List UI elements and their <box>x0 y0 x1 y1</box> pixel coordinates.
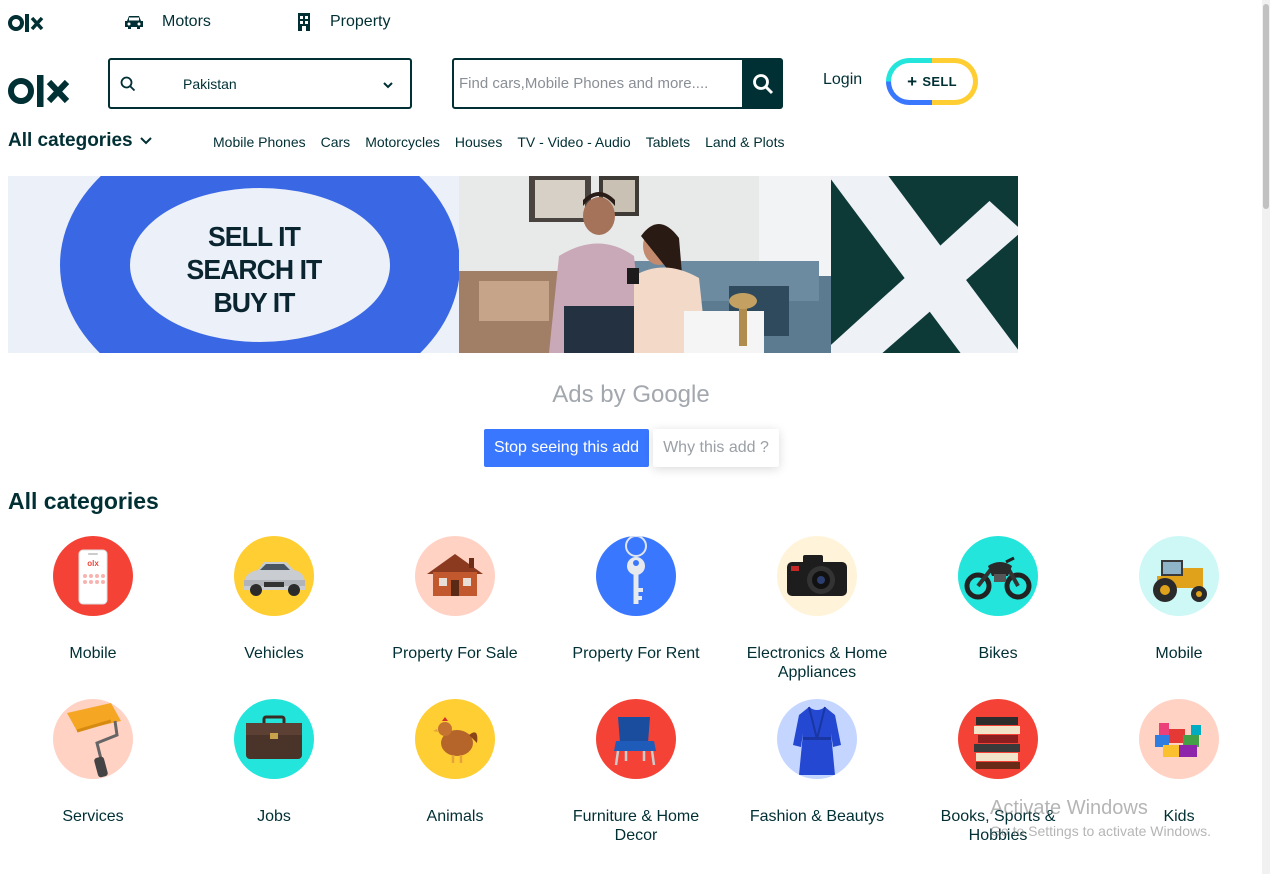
search-button[interactable] <box>742 58 783 109</box>
category-label: Vehicles <box>244 645 304 662</box>
category-label: Property For Sale <box>392 645 518 662</box>
nav-link-tablets[interactable]: Tablets <box>646 134 690 150</box>
category-label: Books, Sports & Hobbies <box>940 808 1056 844</box>
briefcase-icon <box>234 699 314 779</box>
stop-seeing-ad-button[interactable]: Stop seeing this add <box>484 429 649 467</box>
toy-blocks-icon <box>1139 699 1219 779</box>
category-animals[interactable]: Animals <box>370 699 540 826</box>
ads-by-google-title: Ads by Google <box>552 381 710 408</box>
books-icon <box>958 699 1038 779</box>
why-this-ad-button[interactable]: Why this add ? <box>653 429 779 467</box>
category-furniture[interactable]: Furniture & Home Decor <box>551 699 721 845</box>
login-link[interactable]: Login <box>823 71 862 89</box>
category-vehicles[interactable]: Vehicles <box>189 536 359 663</box>
category-electronics[interactable]: Electronics & Home Appliances <box>732 536 902 682</box>
search-input[interactable] <box>454 60 742 107</box>
camera-icon <box>777 536 857 616</box>
nav-link-houses[interactable]: Houses <box>455 134 502 150</box>
nav-link-mobile-phones[interactable]: Mobile Phones <box>213 134 306 150</box>
location-value: Pakistan <box>183 75 237 92</box>
motors-label: Motors <box>162 13 211 30</box>
category-jobs[interactable]: Jobs <box>189 699 359 826</box>
category-label: Mobile <box>1155 645 1203 662</box>
category-label: Animals <box>426 808 484 825</box>
olx-logo[interactable] <box>8 74 70 113</box>
page-scrollbar[interactable] <box>1262 0 1270 874</box>
category-label: Electronics & Home Appliances <box>746 645 888 681</box>
slogan-line-2: SEARCH IT <box>186 254 323 285</box>
banner-slogan: SELL IT SEARCH IT BUY IT <box>186 220 323 319</box>
nav-link-land-plots[interactable]: Land & Plots <box>705 134 784 150</box>
house-icon <box>415 536 495 616</box>
category-label: Mobile <box>69 645 117 662</box>
banner-photo <box>459 176 831 353</box>
plus-icon: + <box>907 71 918 91</box>
category-label: Jobs <box>257 808 291 825</box>
nav-link-motorcycles[interactable]: Motorcycles <box>365 134 440 150</box>
top-strip: Motors Property <box>0 0 1262 46</box>
slogan-line-3: BUY IT <box>213 287 295 318</box>
category-books-sports[interactable]: Books, Sports & Hobbies <box>913 699 1083 845</box>
car-icon <box>234 536 314 616</box>
key-icon <box>596 536 676 616</box>
sell-button[interactable]: + SELL <box>886 58 978 105</box>
all-categories-heading: All categories <box>8 488 159 514</box>
category-label: Fashion & Beautys <box>749 808 885 825</box>
category-label: Services <box>62 808 124 825</box>
chevron-down-icon <box>139 130 153 152</box>
property-label: Property <box>330 13 391 30</box>
mobile-phone-icon: olx <box>53 536 133 616</box>
motorbike-icon <box>958 536 1038 616</box>
car-icon <box>124 12 144 32</box>
olx-logo-large-icon <box>8 75 70 107</box>
motors-link[interactable]: Motors <box>124 12 211 32</box>
location-selector[interactable]: Pakistan <box>108 58 412 109</box>
promo-banner[interactable]: SELL IT SEARCH IT BUY IT <box>8 176 1018 353</box>
search-icon <box>120 76 136 92</box>
chair-icon <box>596 699 676 779</box>
banner-slogan-panel: SELL IT SEARCH IT BUY IT <box>8 176 459 353</box>
category-mobile-tractor[interactable]: Mobile <box>1094 536 1264 663</box>
all-categories-dropdown[interactable]: All categories <box>8 130 153 152</box>
all-categories-label: All categories <box>8 130 133 151</box>
category-fashion[interactable]: Fashion & Beautys <box>732 699 902 826</box>
category-property-for-sale[interactable]: Property For Sale <box>370 536 540 663</box>
hen-icon <box>415 699 495 779</box>
chevron-down-icon[interactable] <box>382 78 394 90</box>
paint-roller-icon <box>53 699 133 779</box>
banner-x-panel <box>831 176 1018 353</box>
olx-logo-icon <box>8 14 44 32</box>
category-mobile[interactable]: olx Mobile <box>8 536 178 663</box>
nav-link-tv-video-audio[interactable]: TV - Video - Audio <box>517 134 630 150</box>
dress-icon <box>777 699 857 779</box>
slogan-line-1: SELL IT <box>208 221 301 252</box>
sell-label: SELL <box>922 74 957 89</box>
category-label: Furniture & Home Decor <box>572 808 700 844</box>
tractor-icon <box>1139 536 1219 616</box>
category-kids[interactable]: Kids <box>1094 699 1264 826</box>
building-icon <box>294 12 314 32</box>
category-links: Mobile Phones Cars Motorcycles Houses TV… <box>213 134 799 150</box>
category-bikes[interactable]: Bikes <box>913 536 1083 663</box>
svg-text:olx: olx <box>87 559 99 568</box>
category-label: Property For Rent <box>572 645 700 662</box>
scrollbar-thumb[interactable] <box>1263 4 1269 209</box>
nav-link-cars[interactable]: Cars <box>321 134 351 150</box>
category-label: Kids <box>1163 808 1195 825</box>
property-link[interactable]: Property <box>294 12 390 32</box>
search-field[interactable] <box>452 58 744 109</box>
sell-button-inner: + SELL <box>891 63 973 100</box>
category-property-for-rent[interactable]: Property For Rent <box>551 536 721 663</box>
category-label: Bikes <box>978 645 1018 662</box>
category-services[interactable]: Services <box>8 699 178 826</box>
search-icon <box>752 73 773 94</box>
olx-logo-small[interactable] <box>8 12 44 39</box>
